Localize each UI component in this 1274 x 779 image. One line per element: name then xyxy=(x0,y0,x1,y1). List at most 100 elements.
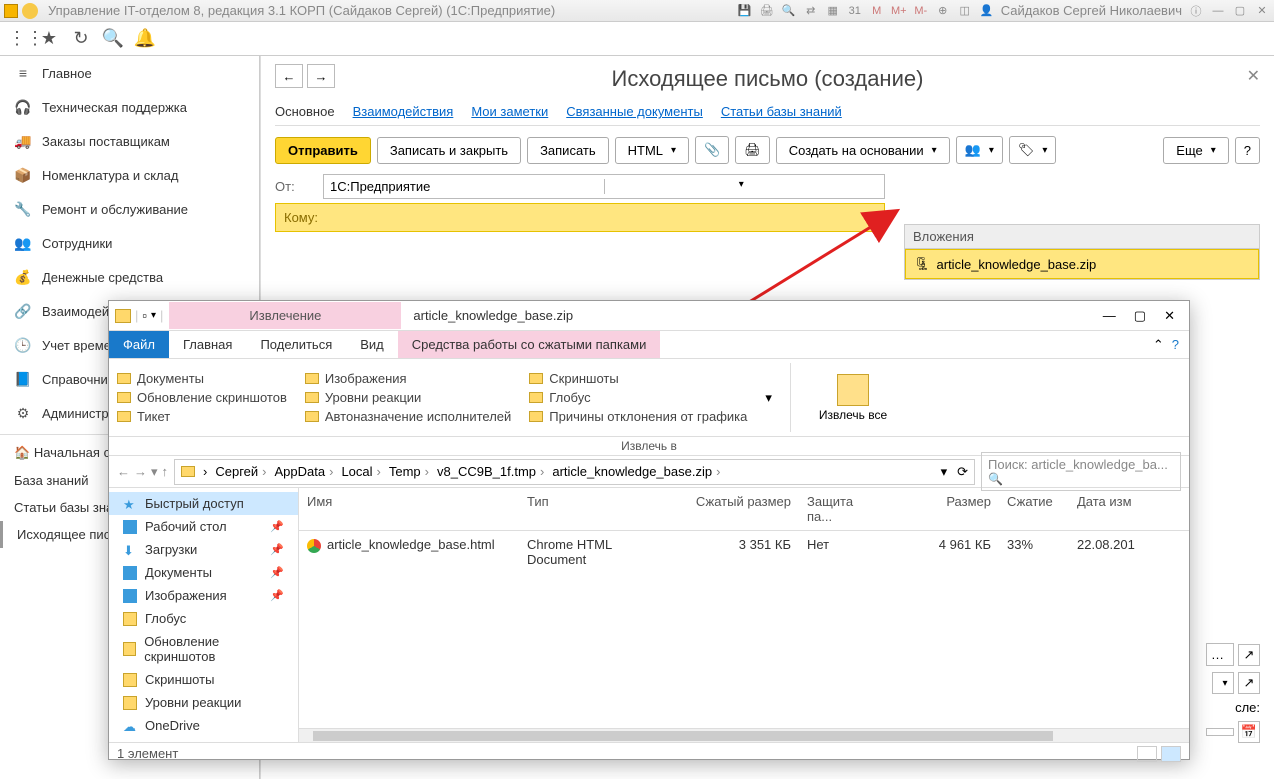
view-details-icon[interactable] xyxy=(1137,746,1157,762)
rib-auto-assign[interactable]: Автоназначение исполнителей xyxy=(305,408,511,425)
file-row[interactable]: article_knowledge_base.html Chrome HTML … xyxy=(299,531,1189,573)
rib-more-icon[interactable]: ▾ xyxy=(765,390,772,406)
search-input[interactable]: Поиск: article_knowledge_ba... 🔍 xyxy=(981,452,1181,491)
info-icon[interactable]: ⓘ xyxy=(1188,3,1204,19)
list-header[interactable]: Имя Тип Сжатый размер Защита па... Разме… xyxy=(299,488,1189,531)
tab-file[interactable]: Файл xyxy=(109,331,169,358)
breadcrumb-path[interactable]: › Сергей AppData Local Temp v8_CC9B_1f.t… xyxy=(174,459,975,485)
nav-item-staff[interactable]: 👥Сотрудники xyxy=(0,226,259,260)
nav-forward-icon[interactable]: → xyxy=(134,464,147,480)
nav-item-support[interactable]: 🎧Техническая поддержка xyxy=(0,90,259,124)
minimize-icon[interactable]: — xyxy=(1103,308,1116,324)
crumb[interactable]: Local xyxy=(341,464,384,479)
tab-linked[interactable]: Связанные документы xyxy=(566,104,703,119)
qa-customize-icon[interactable]: ▫ xyxy=(142,308,147,323)
tab-main[interactable]: Основное xyxy=(275,104,335,119)
crumb[interactable]: Сергей xyxy=(215,464,270,479)
to-row[interactable]: Кому: xyxy=(275,203,885,232)
tab-home[interactable]: Главная xyxy=(169,331,246,358)
memory-mplus[interactable]: M+ xyxy=(891,3,907,19)
side-screenshots[interactable]: Скриншоты xyxy=(109,668,298,691)
close-icon[interactable]: ✕ xyxy=(1254,3,1270,19)
preview-icon[interactable]: 🔍 xyxy=(781,3,797,19)
users-button[interactable]: 👥 xyxy=(956,136,1003,164)
send-button[interactable]: Отправить xyxy=(275,137,371,164)
tab-share[interactable]: Поделиться xyxy=(246,331,346,358)
side-downloads[interactable]: ⬇Загрузки📌 xyxy=(109,538,298,561)
side-globe[interactable]: Глобус xyxy=(109,607,298,630)
attachment-item[interactable]: 🗜 article_knowledge_base.zip xyxy=(905,249,1259,279)
html-button[interactable]: HTML xyxy=(615,137,689,164)
save-icon[interactable]: 💾 xyxy=(737,3,753,19)
side-quick-access[interactable]: ★Быстрый доступ xyxy=(109,492,298,515)
user-icon[interactable]: 👤 xyxy=(979,3,995,19)
rib-screenshots-update[interactable]: Обновление скриншотов xyxy=(117,389,287,406)
help-icon[interactable]: ? xyxy=(1172,337,1179,352)
close-icon[interactable]: ✕ xyxy=(1164,308,1175,324)
tag-button[interactable]: 🏷 xyxy=(1009,136,1057,164)
help-button[interactable]: ? xyxy=(1235,137,1260,164)
collapse-ribbon-icon[interactable]: ⌃ xyxy=(1153,337,1164,353)
dropdown-icon[interactable] xyxy=(22,3,38,19)
calendar-icon[interactable]: 📅 xyxy=(1238,721,1260,743)
tab-interactions[interactable]: Взаимодействия xyxy=(353,104,454,119)
more-button[interactable]: Еще xyxy=(1163,137,1228,164)
nav-up-icon[interactable]: ↑ xyxy=(162,464,169,480)
close-page-icon[interactable]: ✕ xyxy=(1247,66,1260,86)
apps-icon[interactable]: ⋮⋮⋮ xyxy=(6,28,28,50)
crumb[interactable]: Temp xyxy=(389,464,433,479)
extract-all-button[interactable]: Извлечь все xyxy=(809,363,897,432)
crumb[interactable]: AppData xyxy=(275,464,338,479)
side-reaction[interactable]: Уровни реакции xyxy=(109,691,298,714)
crumb[interactable]: article_knowledge_base.zip xyxy=(552,464,724,479)
nav-item-money[interactable]: 💰Денежные средства xyxy=(0,260,259,294)
user-name[interactable]: Сайдаков Сергей Николаевич xyxy=(1001,3,1182,18)
nav-item-repair[interactable]: 🔧Ремонт и обслуживание xyxy=(0,192,259,226)
tab-compressed-tools[interactable]: Средства работы со сжатыми папками xyxy=(398,331,661,358)
stub-dropdown[interactable] xyxy=(1212,672,1234,694)
star-icon[interactable]: ★ xyxy=(38,28,60,50)
calendar-icon[interactable]: 31 xyxy=(847,3,863,19)
attach-button[interactable]: 📎 xyxy=(695,136,729,164)
maximize-icon[interactable]: ▢ xyxy=(1232,3,1248,19)
side-screenshot-update[interactable]: Обновление скриншотов xyxy=(109,630,298,668)
side-onedrive[interactable]: ☁OneDrive xyxy=(109,714,298,737)
tab-notes[interactable]: Мои заметки xyxy=(471,104,548,119)
history-icon[interactable]: ↻ xyxy=(70,28,92,50)
compare-icon[interactable]: ⇄ xyxy=(803,3,819,19)
tab-kb[interactable]: Статьи базы знаний xyxy=(721,104,842,119)
side-documents[interactable]: Документы📌 xyxy=(109,561,298,584)
rib-globe[interactable]: Глобус xyxy=(529,389,747,406)
from-input[interactable]: 1С:Предприятие ▾ xyxy=(323,174,885,199)
rib-screenshots[interactable]: Скриншоты xyxy=(529,370,747,387)
print-icon[interactable]: 🖨 xyxy=(759,3,775,19)
panel-icon[interactable]: ◫ xyxy=(957,3,973,19)
rib-reaction-levels[interactable]: Уровни реакции xyxy=(305,389,511,406)
save-button[interactable]: Записать xyxy=(527,137,609,164)
memory-m[interactable]: M xyxy=(869,3,885,19)
refresh-icon[interactable]: ⟳ xyxy=(957,464,968,480)
open-icon[interactable]: ↗ xyxy=(1238,672,1260,694)
minimize-icon[interactable]: — xyxy=(1210,3,1226,19)
nav-item-orders[interactable]: 🚚Заказы поставщикам xyxy=(0,124,259,158)
print-button[interactable]: 🖨 xyxy=(735,136,770,164)
rib-images[interactable]: Изображения xyxy=(305,370,511,387)
horizontal-scrollbar[interactable] xyxy=(299,728,1189,742)
crumb[interactable]: v8_CC9B_1f.tmp xyxy=(437,464,548,479)
nav-item-main[interactable]: ≡Главное xyxy=(0,56,259,90)
rib-ticket[interactable]: Тикет xyxy=(117,408,287,425)
side-desktop[interactable]: Рабочий стол📌 xyxy=(109,515,298,538)
rib-deviation[interactable]: Причины отклонения от графика xyxy=(529,408,747,425)
nav-item-stock[interactable]: 📦Номенклатура и склад xyxy=(0,158,259,192)
back-button[interactable]: ← xyxy=(275,64,303,88)
addr-dropdown-icon[interactable]: ▾ xyxy=(941,464,948,480)
create-based-button[interactable]: Создать на основании xyxy=(776,137,950,164)
view-list-icon[interactable] xyxy=(1161,746,1181,762)
forward-button[interactable]: → xyxy=(307,64,335,88)
save-close-button[interactable]: Записать и закрыть xyxy=(377,137,521,164)
bell-icon[interactable]: 🔔 xyxy=(134,28,156,50)
zoom-icon[interactable]: ⊕ xyxy=(935,3,951,19)
calc-icon[interactable]: ▦ xyxy=(825,3,841,19)
side-images[interactable]: Изображения📌 xyxy=(109,584,298,607)
open-icon[interactable]: ↗ xyxy=(1238,644,1260,666)
